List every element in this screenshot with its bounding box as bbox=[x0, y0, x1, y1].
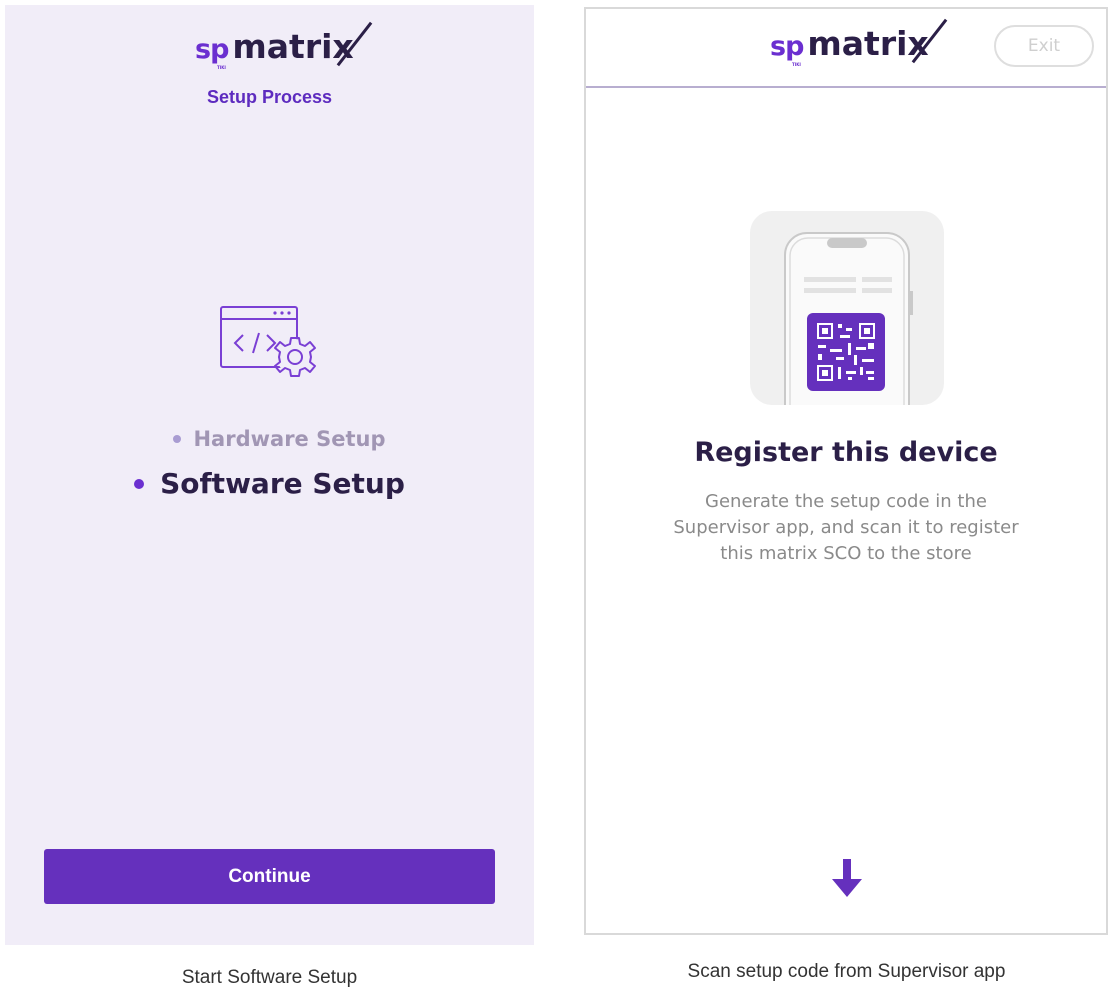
sp-matrix-logo: sp TIKI matrix bbox=[195, 21, 373, 70]
software-setup-screen: sp TIKI matrix Setup Process Hardware Set… bbox=[5, 5, 534, 945]
register-device-screen: sp TIKI matrix Exit Register this device… bbox=[584, 7, 1108, 935]
arrow-down-icon bbox=[832, 859, 862, 897]
continue-button[interactable]: Continue bbox=[44, 849, 495, 904]
step-software-setup: Software Setup bbox=[5, 467, 534, 500]
logo-tag: TIKI bbox=[792, 62, 801, 67]
logo-matrix: matrix bbox=[807, 18, 948, 64]
description-line: Supervisor app, and scan it to register bbox=[673, 517, 1019, 538]
description-line: Generate the setup code in the bbox=[705, 491, 987, 512]
header: sp TIKI matrix Exit bbox=[586, 9, 1106, 88]
step-label: Hardware Setup bbox=[193, 427, 386, 451]
description-line: this matrix SCO to the store bbox=[720, 543, 972, 564]
step-bullet bbox=[134, 478, 145, 489]
step-hardware-setup: Hardware Setup bbox=[5, 427, 534, 451]
step-bullet bbox=[173, 435, 182, 443]
step-label: Software Setup bbox=[160, 467, 405, 500]
right-caption: Scan setup code from Supervisor app bbox=[687, 961, 1006, 982]
logo-matrix: matrix bbox=[232, 21, 373, 67]
left-caption: Start Software Setup bbox=[181, 967, 358, 988]
sp-matrix-logo: sp TIKI matrix bbox=[770, 18, 948, 67]
register-heading: Register this device bbox=[694, 437, 998, 468]
logo-sp: sp TIKI bbox=[195, 34, 229, 70]
register-description: Generate the setup code in the Superviso… bbox=[626, 489, 1066, 567]
logo-sp: sp TIKI bbox=[770, 31, 804, 67]
logo-tag: TIKI bbox=[217, 65, 226, 70]
setup-process-title: Setup Process bbox=[206, 87, 333, 107]
code-settings-icon bbox=[220, 306, 316, 377]
phone-qr-icon bbox=[750, 211, 944, 405]
exit-button[interactable]: Exit bbox=[994, 25, 1094, 67]
